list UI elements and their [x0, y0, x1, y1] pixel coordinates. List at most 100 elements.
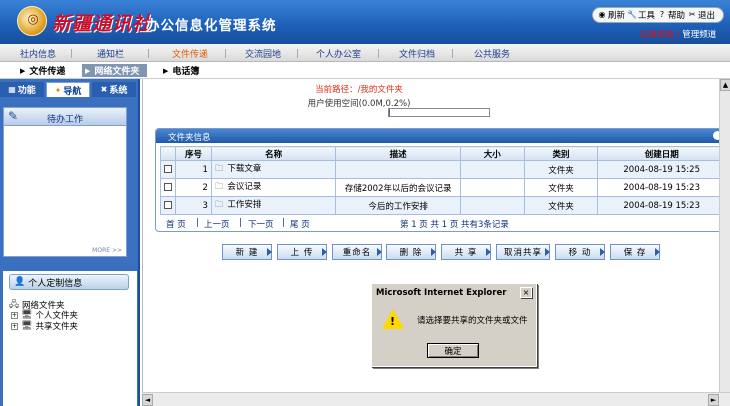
folder-icon: 🗀 [214, 200, 224, 210]
refresh-label: 刷新 [608, 11, 626, 21]
channel-links: 应用频道 | 管理频道 [640, 28, 716, 40]
subnav-file-transfer[interactable]: ▶ 文件传递 [20, 64, 66, 78]
help-label: 帮助 [668, 11, 686, 21]
subnav-phonebook[interactable]: ▶ 电话簿 [163, 64, 199, 78]
nav-separator [225, 49, 226, 58]
nav-item-notices[interactable]: 通知栏 [97, 47, 124, 60]
col-header-type[interactable]: 类别 [523, 146, 599, 161]
scroll-left-icon[interactable]: ◄ [142, 394, 153, 406]
share-button[interactable]: 共 享 [441, 244, 491, 260]
todo-header: ✎ 待办工作 [4, 108, 126, 126]
tools-button[interactable]: 🔧 工具 [627, 9, 655, 21]
save-button[interactable]: 保 存 [610, 244, 660, 260]
expand-icon[interactable]: + [11, 311, 18, 319]
folder-icon: 🗀 [214, 182, 224, 192]
row-name-cell[interactable]: 🗀 会议记录 [210, 178, 337, 197]
unshare-button[interactable]: 取消共享 [496, 244, 550, 260]
pager-last[interactable]: 尾 页 [290, 218, 310, 230]
horizontal-scrollbar[interactable]: ◄ ► [142, 392, 730, 406]
mgmt-channel-link[interactable]: 管理频道 [682, 30, 716, 40]
pager-prev[interactable]: 上一页 [204, 218, 230, 230]
row-checkbox[interactable] [164, 183, 172, 191]
computer-icon: 🖥 [21, 321, 33, 331]
pager-sep: | [282, 218, 285, 228]
vertical-scrollbar[interactable]: ▲ [719, 79, 730, 392]
table-row[interactable]: 2 🗀 会议记录 存储2002年以后的会议记录 文件夹 2004-08-19 15… [160, 178, 726, 197]
rename-label: 重命名 [342, 248, 372, 258]
row-date: 2004-08-19 15:23 [597, 196, 726, 215]
col-header-date[interactable]: 创建日期 [597, 146, 726, 161]
row-index: 2 [175, 178, 212, 197]
new-button[interactable]: 新 建 [222, 244, 272, 260]
tab-navigation[interactable]: ✦ 导航 [46, 82, 90, 97]
todo-panel: ✎ 待办工作 MORE >> [3, 107, 127, 257]
upload-button[interactable]: 上 传 [277, 244, 327, 260]
col-header-size[interactable]: 大小 [459, 146, 525, 161]
nav-item-personal-office[interactable]: 个人办公室 [316, 47, 361, 60]
row-checkbox[interactable] [164, 201, 172, 209]
exit-icon: ✂ [688, 10, 696, 19]
col-header-desc[interactable]: 描述 [335, 146, 461, 161]
pager-sep: | [196, 218, 199, 228]
expand-icon[interactable]: + [11, 322, 18, 330]
nav-separator [452, 49, 453, 58]
function-icon: ▦ [8, 85, 16, 94]
button-arrow-icon [655, 248, 660, 256]
table-row[interactable]: 3 🗀 工作安排 今后的工作安排 文件夹 2004-08-19 15:23 [160, 196, 726, 215]
dialog-message: 请选择要共享的文件夹或文件 [417, 316, 528, 326]
row-name: 工作安排 [227, 200, 262, 210]
help-button[interactable]: ? 帮助 [657, 9, 685, 21]
more-link[interactable]: MORE >> [92, 247, 122, 254]
button-arrow-icon [600, 248, 605, 256]
pager-next[interactable]: 下一页 [248, 218, 274, 230]
row-name-cell[interactable]: 🗀 工作安排 [210, 196, 337, 215]
app-channel-link[interactable]: 应用频道 [640, 30, 674, 40]
left-panel: ▦ 功能 ✦ 导航 ✖ 系统 ✎ 待办工作 MORE >> 👤 个人定制信息 🖧… [0, 79, 140, 406]
row-index: 1 [175, 160, 212, 179]
row-checkbox[interactable] [164, 165, 172, 173]
dialog-title: Microsoft Internet Explorer [376, 288, 507, 298]
tools-icon: 🔧 [627, 10, 637, 19]
col-header-check [160, 146, 176, 161]
tab-system[interactable]: ✖ 系统 [92, 82, 136, 97]
row-checkbox-cell [160, 196, 176, 215]
help-icon: ? [659, 10, 665, 19]
app-header: ◎ 新疆通讯社 办公信息化管理系统 ◉ 刷新 🔧 工具 ? 帮助 ✂ 退出 应用… [0, 0, 730, 44]
refresh-button[interactable]: ◉ 刷新 [597, 9, 626, 21]
move-label: 移 动 [568, 248, 592, 258]
tab-label: 系统 [109, 86, 128, 96]
exit-button[interactable]: ✂ 退出 [687, 9, 715, 21]
delete-button[interactable]: 删 除 [386, 244, 436, 260]
scroll-up-icon[interactable]: ▲ [720, 79, 730, 91]
col-header-index[interactable]: 序号 [175, 146, 212, 161]
nav-item-forum[interactable]: 交流园地 [245, 47, 281, 60]
nav-item-news[interactable]: 社内信息 [20, 47, 56, 60]
tab-function[interactable]: ▦ 功能 [0, 82, 44, 97]
row-name-cell[interactable]: 🗀 下载文章 [210, 160, 337, 179]
rename-button[interactable]: 重命名 [332, 244, 382, 260]
custom-info-title: 个人定制信息 [28, 278, 83, 289]
nav-item-file-transfer[interactable]: 文件传递 [172, 47, 208, 60]
nav-item-public-service[interactable]: 公共服务 [474, 47, 510, 60]
tree-item-shared[interactable]: + 🖥 共享文件夹 [11, 320, 78, 332]
row-type: 文件夹 [523, 196, 599, 215]
move-button[interactable]: 移 动 [555, 244, 605, 260]
button-arrow-icon [545, 248, 550, 256]
alert-dialog: Microsoft Internet Explorer × ! 请选择要共享的文… [371, 283, 537, 367]
table-header-row: 序号 名称 描述 大小 类别 创建日期 [160, 146, 726, 161]
ok-button[interactable]: 确定 [427, 343, 479, 358]
nav-item-archive[interactable]: 文件归档 [399, 47, 435, 60]
pager: 首 页 | 上一页 | 下一页 | 尾 页 第 1 页 共 1 页 共有3条记录 [166, 218, 722, 230]
row-type: 文件夹 [523, 160, 599, 179]
row-name: 下载文章 [227, 164, 262, 174]
scroll-right-icon[interactable]: ► [708, 394, 719, 406]
logo-calligraphy: 新疆通讯社 [52, 13, 153, 35]
table-row[interactable]: 1 🗀 下载文章 文件夹 2004-08-19 15:25 [160, 160, 726, 179]
subnav-label: 文件传递 [29, 67, 66, 77]
dialog-titlebar[interactable]: Microsoft Internet Explorer × [374, 286, 534, 300]
close-icon[interactable]: × [520, 287, 532, 298]
pager-first[interactable]: 首 页 [166, 218, 186, 230]
row-desc: 今后的工作安排 [335, 196, 461, 215]
subnav-network-folder[interactable]: ▶ 网络文件夹 [82, 64, 148, 77]
col-header-name[interactable]: 名称 [210, 146, 337, 161]
